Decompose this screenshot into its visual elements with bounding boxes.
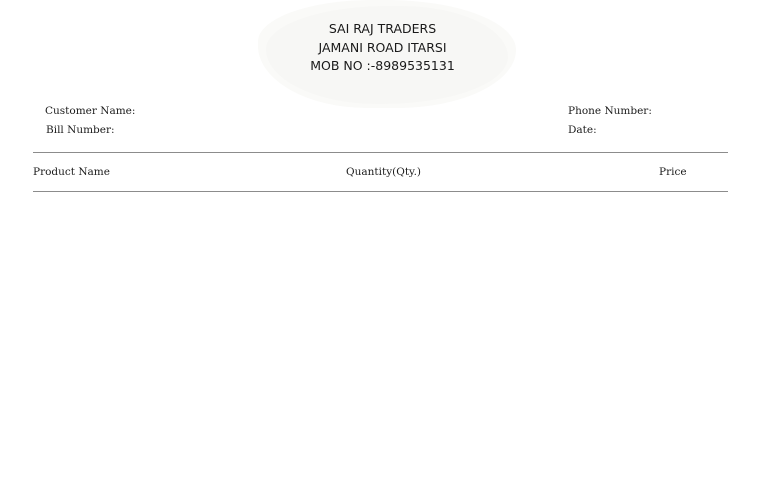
phone-number-label: Phone Number: (568, 105, 652, 117)
column-header-quantity: Quantity(Qty.) (346, 166, 422, 178)
shop-mobile: MOB NO :-8989535131 (310, 58, 455, 73)
table-top-rule (33, 152, 728, 153)
shop-name: SAI RAJ TRADERS (328, 21, 437, 36)
customer-name-label: Customer Name: (45, 105, 136, 117)
column-header-product-name: Product Name (33, 166, 110, 178)
bill-number-label: Bill Number: (46, 124, 115, 136)
date-label: Date: (568, 124, 597, 136)
bill-page: SAI RAJ TRADERS JAMANI ROAD ITARSI MOB N… (0, 0, 765, 488)
shop-address: JAMANI ROAD ITARSI (318, 39, 447, 55)
column-header-price: Price (659, 166, 687, 178)
shop-header: SAI RAJ TRADERS JAMANI ROAD ITARSI MOB N… (0, 20, 765, 76)
table-header-bottom-rule (33, 191, 728, 192)
